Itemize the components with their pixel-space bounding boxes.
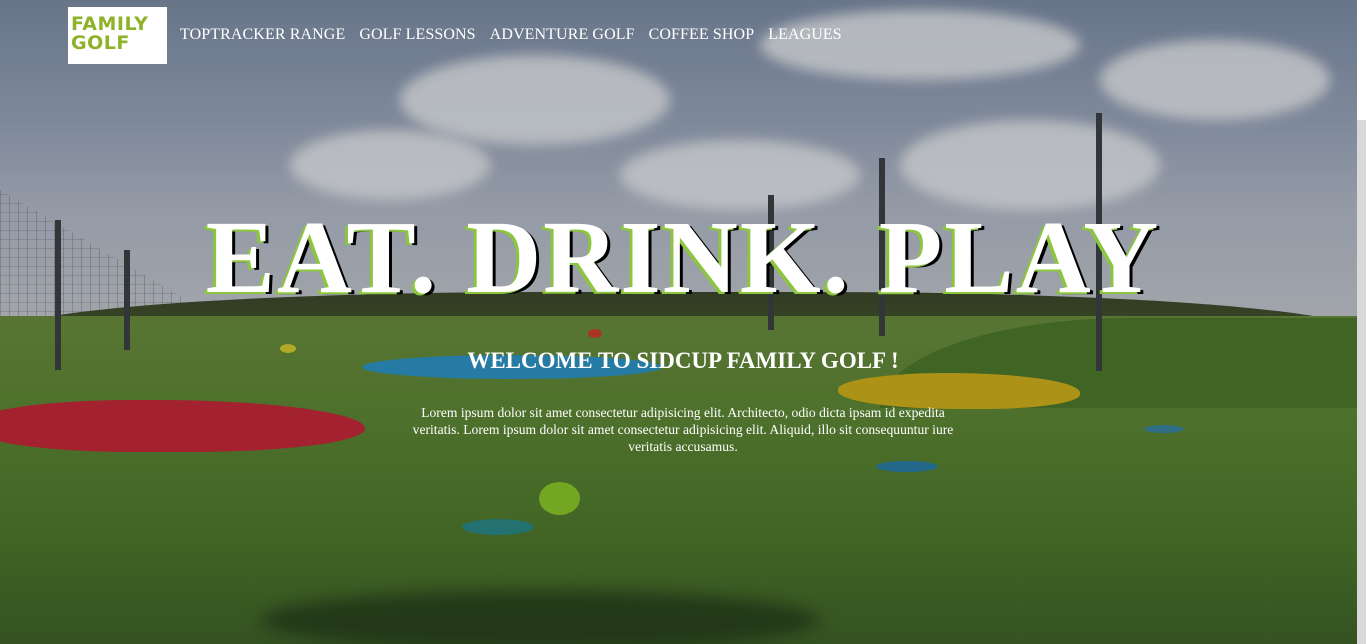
welcome-heading: WELCOME TO SIDCUP FAMILY GOLF ! xyxy=(467,348,899,373)
page-scrollbar[interactable] xyxy=(1357,0,1366,644)
nav-link-leagues[interactable]: LEAGUES xyxy=(768,26,842,43)
family-golf-logo[interactable]: FAMILY GOLF xyxy=(68,7,167,64)
nav-item-golf-lessons: GOLF LESSONS xyxy=(359,26,475,44)
scrollbar-thumb[interactable] xyxy=(1357,0,1366,120)
green-circle-decoration xyxy=(539,482,580,515)
intro-paragraph: Lorem ipsum dolor sit amet consectetur a… xyxy=(412,405,954,454)
nav-item-leagues: LEAGUES xyxy=(768,26,842,44)
nav-link-coffee-shop[interactable]: COFFEE SHOP xyxy=(649,26,755,43)
image-dim-overlay xyxy=(0,0,1366,644)
nav-item-adventure-golf: ADVENTURE GOLF xyxy=(490,26,635,44)
page: FAMILY GOLF TOPTRACKER RANGE GOLF LESSON… xyxy=(0,0,1366,644)
nav-item-toptracker-range: TOPTRACKER RANGE xyxy=(180,26,345,44)
nav-item-coffee-shop: COFFEE SHOP xyxy=(649,26,755,44)
nav-link-golf-lessons[interactable]: GOLF LESSONS xyxy=(359,26,475,43)
hero-title: EAT. DRINK. PLAY xyxy=(205,200,1161,315)
nav-link-adventure-golf[interactable]: ADVENTURE GOLF xyxy=(490,26,635,43)
main-navigation: TOPTRACKER RANGE GOLF LESSONS ADVENTURE … xyxy=(180,26,842,44)
nav-link-toptracker-range[interactable]: TOPTRACKER RANGE xyxy=(180,26,345,43)
logo-line-2: GOLF xyxy=(71,32,130,54)
